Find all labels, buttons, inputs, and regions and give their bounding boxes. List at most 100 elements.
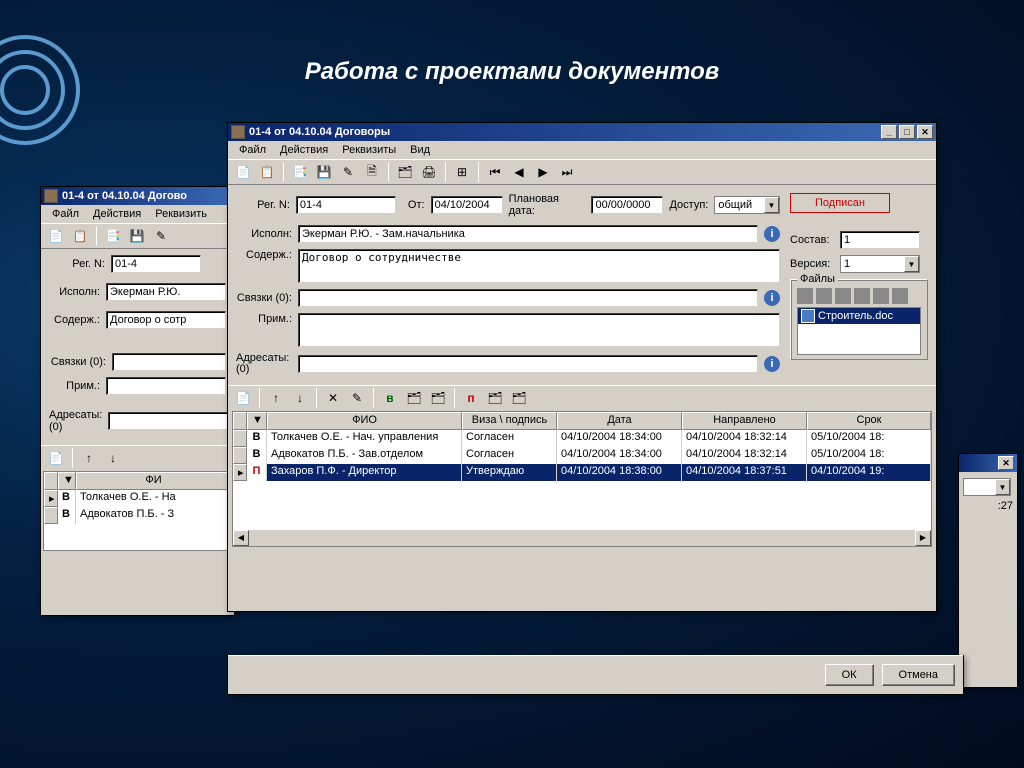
tb-prev-icon[interactable]: ◀ <box>508 161 530 183</box>
executor-input[interactable] <box>298 225 758 243</box>
gt-b-icon[interactable]: в <box>379 387 401 409</box>
right-combo[interactable]: ▼ <box>963 478 1011 496</box>
col-visa[interactable]: Виза \ подпись <box>462 412 557 430</box>
maximize-icon[interactable]: □ <box>899 125 915 139</box>
addressees-input[interactable] <box>108 412 228 430</box>
tb-cards-icon[interactable]: 🗂 <box>394 161 416 183</box>
version-label: Версия: <box>790 258 834 270</box>
tb-new2-icon[interactable]: 📋 <box>256 161 278 183</box>
plan-date-input[interactable] <box>591 196 663 214</box>
menu-file[interactable]: Файл <box>232 143 273 157</box>
content-input[interactable] <box>298 249 780 283</box>
tb-doc-icon[interactable]: 🗎 <box>361 161 383 183</box>
titlebar-front[interactable]: 01-4 от 04.10.04 Договоры _ □ ✕ <box>228 123 936 141</box>
tb-copy-icon[interactable]: 📑 <box>102 225 124 247</box>
tb-view-icon[interactable]: ⊞ <box>451 161 473 183</box>
file-scan-icon[interactable] <box>835 288 851 304</box>
table-row[interactable]: ▸ В Толкачев О.Е. - На <box>44 490 231 507</box>
col-sent[interactable]: Направлено <box>682 412 807 430</box>
col-type[interactable]: ▼ <box>247 412 267 430</box>
access-combo[interactable]: общий ▼ <box>714 196 780 214</box>
file-attach-icon[interactable] <box>854 288 870 304</box>
gt-down-icon[interactable]: ↓ <box>289 387 311 409</box>
files-label: Файлы <box>797 273 838 285</box>
menu-actions[interactable]: Действия <box>273 143 335 157</box>
h-scrollbar[interactable]: ◀ ▶ <box>233 530 931 546</box>
addressees-input[interactable] <box>298 355 758 373</box>
tb-next-icon[interactable]: ▶ <box>532 161 554 183</box>
gt-new-icon[interactable]: 📄 <box>232 387 254 409</box>
info-icon[interactable]: i <box>764 226 780 242</box>
tb-new-icon[interactable]: 📄 <box>45 225 67 247</box>
content-input[interactable] <box>106 311 226 329</box>
table-row[interactable]: В Адвокатов П.Б. - Зав.отделом Согласен … <box>233 447 931 464</box>
status-badge[interactable]: Подписан <box>790 193 890 213</box>
chevron-down-icon[interactable]: ▼ <box>995 479 1010 495</box>
tb-last-icon[interactable]: ⏭ <box>556 161 578 183</box>
gb-up-icon[interactable]: ↑ <box>78 447 100 469</box>
menu-props[interactable]: Реквизиты <box>335 143 403 157</box>
col-marker[interactable] <box>233 412 247 430</box>
reg-input[interactable] <box>296 196 396 214</box>
reg-input[interactable] <box>111 255 201 273</box>
menu-props[interactable]: Реквизить <box>148 207 214 221</box>
gt-c2-icon[interactable]: 🗂 <box>427 387 449 409</box>
col-date[interactable]: Дата <box>557 412 682 430</box>
col-fio[interactable]: ФИ <box>76 472 231 490</box>
gt-p-icon[interactable]: п <box>460 387 482 409</box>
version-combo[interactable]: 1 ▼ <box>840 255 920 273</box>
links-input[interactable] <box>298 289 758 307</box>
file-copy-icon[interactable] <box>892 288 908 304</box>
links-input[interactable] <box>112 353 226 371</box>
file-del-icon[interactable] <box>816 288 832 304</box>
titlebar-back[interactable]: 01-4 от 04.10.04 Догово <box>41 187 234 205</box>
note-input[interactable] <box>298 313 780 347</box>
minimize-icon[interactable]: _ <box>881 125 897 139</box>
menu-file[interactable]: Файл <box>45 207 86 221</box>
note-input[interactable] <box>106 377 226 395</box>
executor-input[interactable] <box>106 283 226 301</box>
chevron-down-icon[interactable]: ▼ <box>764 197 779 213</box>
chevron-down-icon[interactable]: ▼ <box>904 256 919 272</box>
table-row[interactable]: ▸ П Захаров П.Ф. - Директор Утверждаю 04… <box>233 464 931 481</box>
col-marker[interactable] <box>44 472 58 490</box>
tb-print-icon[interactable]: 🖨 <box>418 161 440 183</box>
col-fio[interactable]: ФИО <box>267 412 462 430</box>
table-row[interactable]: В Адвокатов П.Б. - З <box>44 507 231 524</box>
tb-save-icon[interactable]: 💾 <box>313 161 335 183</box>
col-type[interactable]: ▼ <box>58 472 76 490</box>
info-icon[interactable]: i <box>764 290 780 306</box>
tb-new2-icon[interactable]: 📋 <box>69 225 91 247</box>
gb-new-icon[interactable]: 📄 <box>45 447 67 469</box>
file-item[interactable]: Строитель.doc <box>798 308 920 324</box>
gt-c4-icon[interactable]: 🗂 <box>508 387 530 409</box>
menu-view[interactable]: Вид <box>403 143 437 157</box>
gt-del-icon[interactable]: ✕ <box>322 387 344 409</box>
file-list[interactable]: Строитель.doc <box>797 307 921 355</box>
tb-new-icon[interactable]: 📄 <box>232 161 254 183</box>
ok-button[interactable]: ОК <box>825 664 874 686</box>
scroll-left-icon[interactable]: ◀ <box>233 530 249 546</box>
gt-edit-icon[interactable]: ✎ <box>346 387 368 409</box>
tb-first-icon[interactable]: ⏮ <box>484 161 506 183</box>
date-from-input[interactable] <box>431 196 503 214</box>
menu-actions[interactable]: Действия <box>86 207 148 221</box>
close-icon[interactable]: ✕ <box>998 456 1014 470</box>
tb-save-icon[interactable]: 💾 <box>126 225 148 247</box>
gt-up-icon[interactable]: ↑ <box>265 387 287 409</box>
composition-input[interactable] <box>840 231 920 249</box>
col-due[interactable]: Срок <box>807 412 931 430</box>
close-icon[interactable]: ✕ <box>917 125 933 139</box>
file-add-icon[interactable] <box>797 288 813 304</box>
cancel-button[interactable]: Отмена <box>882 664 955 686</box>
tb-edit-icon[interactable]: ✎ <box>150 225 172 247</box>
table-row[interactable]: В Толкачев О.Е. - Нач. управления Соглас… <box>233 430 931 447</box>
scroll-right-icon[interactable]: ▶ <box>915 530 931 546</box>
gt-c1-icon[interactable]: 🗂 <box>403 387 425 409</box>
tb-edit-icon[interactable]: ✎ <box>337 161 359 183</box>
file-view-icon[interactable] <box>873 288 889 304</box>
gt-c3-icon[interactable]: 🗂 <box>484 387 506 409</box>
tb-copy-icon[interactable]: 📑 <box>289 161 311 183</box>
gb-down-icon[interactable]: ↓ <box>102 447 124 469</box>
info-icon[interactable]: i <box>764 356 780 372</box>
